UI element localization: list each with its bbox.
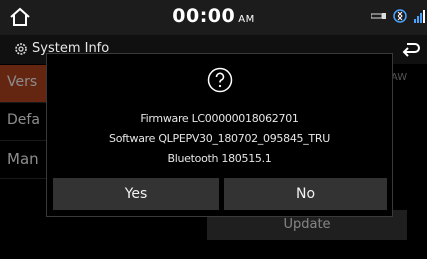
question-icon: [207, 67, 233, 93]
bluetooth-line: Bluetooth 180515.1: [167, 152, 272, 165]
firmware-line: Firmware LC00000018062701: [140, 112, 299, 125]
clock: 00:00 AM: [0, 5, 427, 27]
clock-ampm: AM: [238, 14, 255, 25]
version-info: Firmware LC00000018062701 Software QLPEP…: [47, 109, 392, 169]
yes-button[interactable]: Yes: [53, 178, 219, 210]
bluetooth-phone-icon: [393, 9, 407, 23]
no-button[interactable]: No: [224, 178, 387, 210]
system-info-dialog: Firmware LC00000018062701 Software QLPEP…: [46, 53, 393, 217]
clock-time: 00:00: [172, 5, 236, 27]
signal-icon: [414, 10, 425, 23]
software-line: Software QLPEPV30_180702_095845_TRU: [109, 132, 330, 145]
usb-icon: [371, 13, 386, 19]
gear-icon: [15, 43, 27, 55]
status-bar: 00:00 AM: [0, 0, 427, 35]
back-arrow-icon[interactable]: [401, 40, 421, 58]
